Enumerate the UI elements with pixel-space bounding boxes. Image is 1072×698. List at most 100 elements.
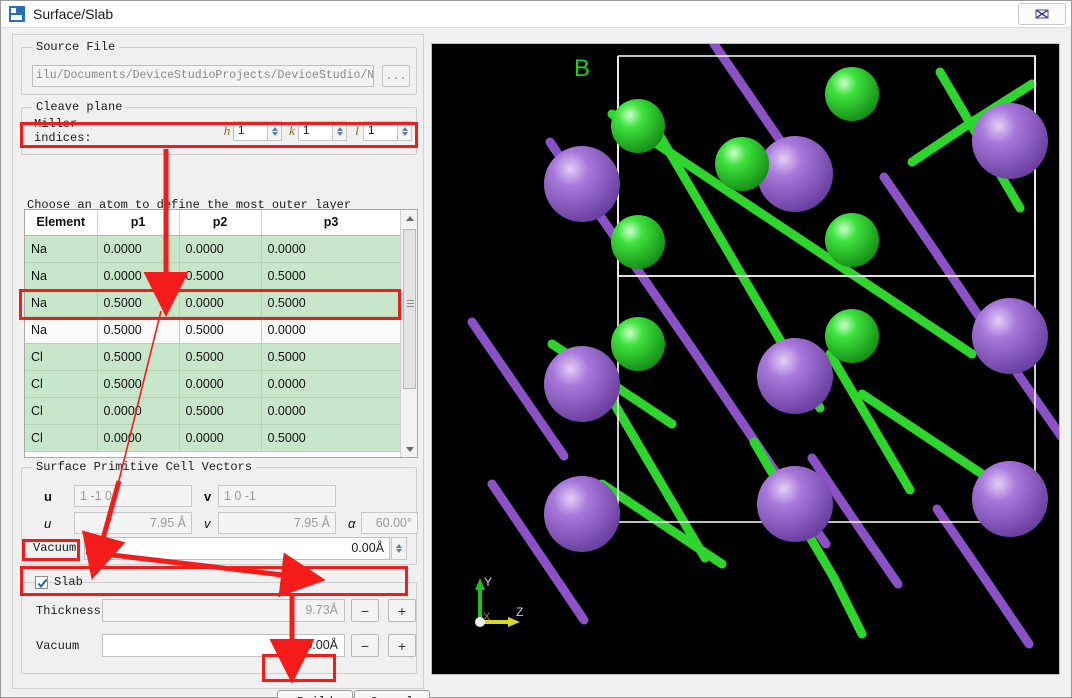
cleave-plane-group: Cleave plane Miller indices: h 1 k 1 l 1 [21, 107, 417, 155]
thickness-input[interactable]: 9.73Å [102, 599, 345, 622]
table-row[interactable]: Cl0.50000.00000.0000 [25, 370, 401, 397]
cell-p1: 0.5000 [97, 316, 179, 343]
cell-vectors-group: Surface Primitive Cell Vectors u 1 -1 0 … [21, 467, 417, 565]
column-header-p3[interactable]: p3 [261, 210, 401, 235]
thickness-increment-button[interactable]: + [388, 599, 416, 622]
column-header-p2[interactable]: p2 [179, 210, 261, 235]
close-icon[interactable] [1018, 3, 1066, 25]
svg-text:Y: Y [484, 575, 492, 589]
cell-p2: 0.5000 [179, 262, 261, 289]
cell-vacuum-label: Vacuum [33, 541, 76, 555]
cell-p1: 0.5000 [97, 289, 179, 316]
atom-table: Element p1 p2 p3 Na0.00000.00000.0000Na0… [25, 210, 402, 452]
column-header-p1[interactable]: p1 [97, 210, 179, 235]
miller-k-group: k 1 [286, 121, 347, 141]
window-titlebar: Surface/Slab [1, 1, 1071, 28]
miller-l-stepper[interactable] [397, 121, 412, 141]
source-file-group: Source File ilu/Documents/DeviceStudioPr… [21, 47, 417, 95]
miller-h-stepper[interactable] [267, 121, 282, 141]
slab-checkbox[interactable] [35, 576, 48, 589]
slab-vacuum-increment-button[interactable]: + [388, 634, 416, 657]
cell-p3: 0.0000 [261, 235, 401, 262]
window-title: Surface/Slab [33, 6, 113, 22]
thickness-decrement-button[interactable]: − [351, 599, 379, 622]
cell-p2: 0.5000 [179, 343, 261, 370]
cell-label-b: B [574, 55, 590, 82]
thickness-label: Thickness [36, 604, 101, 618]
cell-p3: 0.5000 [261, 343, 401, 370]
cell-element: Na [25, 316, 97, 343]
app-logo-icon [9, 6, 25, 22]
miller-h-symbol: h [221, 123, 233, 139]
slab-vacuum-label: Vacuum [36, 639, 79, 653]
miller-l-group: l 1 [351, 121, 412, 141]
build-button[interactable]: Build [277, 690, 353, 698]
table-scrollbar[interactable] [400, 210, 417, 457]
miller-l-input[interactable]: 1 [363, 121, 397, 141]
scroll-down-arrow-icon[interactable] [401, 441, 418, 457]
miller-k-input[interactable]: 1 [298, 121, 332, 141]
column-header-element[interactable]: Element [25, 210, 97, 235]
cell-element: Cl [25, 424, 97, 451]
miller-k-symbol: k [286, 123, 298, 139]
cell-vacuum-stepper[interactable] [391, 537, 407, 560]
table-row[interactable]: Na0.50000.00000.5000 [25, 289, 401, 316]
table-row[interactable]: Cl0.00000.50000.0000 [25, 397, 401, 424]
miller-indices-row: Miller indices: h 1 k 1 l 1 [28, 118, 412, 144]
v-vector-input[interactable]: 1 0 -1 [218, 485, 336, 507]
miller-h-group: h 1 [221, 121, 282, 141]
u-length-label: u [44, 516, 51, 531]
table-row[interactable]: Na0.00000.50000.5000 [25, 262, 401, 289]
source-file-input[interactable]: ilu/Documents/DeviceStudioProjects/Devic… [32, 65, 374, 87]
cell-p3: 0.0000 [261, 370, 401, 397]
cell-element: Cl [25, 370, 97, 397]
v-vector-label: v [204, 489, 211, 504]
cleave-plane-group-title: Cleave plane [32, 100, 126, 114]
structure-viewport[interactable]: B Y Z X [431, 43, 1060, 675]
scrollbar-thumb[interactable] [403, 229, 416, 389]
source-file-group-title: Source File [32, 40, 119, 54]
slab-vacuum-input[interactable]: 0.00Å [102, 634, 345, 657]
cell-element: Na [25, 235, 97, 262]
scrollbar-grip-icon [407, 300, 414, 307]
cell-p2: 0.5000 [179, 316, 261, 343]
table-row[interactable]: Na0.50000.50000.0000 [25, 316, 401, 343]
cell-p3: 0.5000 [261, 262, 401, 289]
slab-group: Thickness 9.73Å − + Vacuum 0.00Å − + [21, 582, 417, 674]
cell-p2: 0.0000 [179, 370, 261, 397]
cell-vacuum-input[interactable]: 0.00Å [84, 537, 390, 560]
v-length-value: 7.95 Å [218, 512, 336, 534]
cancel-button[interactable]: Cancel [354, 690, 430, 698]
scroll-up-arrow-icon[interactable] [401, 210, 418, 226]
atom-table-container: Element p1 p2 p3 Na0.00000.00000.0000Na0… [24, 209, 418, 458]
cell-p1: 0.5000 [97, 343, 179, 370]
surface-slab-dialog: Surface/Slab Source File ilu/Documents/D… [0, 0, 1072, 698]
table-row[interactable]: Na0.00000.00000.0000 [25, 235, 401, 262]
cell-p1: 0.5000 [97, 370, 179, 397]
slab-checkbox-label: Slab [54, 575, 83, 589]
table-row[interactable]: Cl0.00000.00000.5000 [25, 424, 401, 451]
u-vector-input[interactable]: 1 -1 0 [74, 485, 192, 507]
v-length-label: v [204, 516, 211, 531]
axis-indicator: Y Z X [466, 574, 532, 630]
u-vector-label: u [44, 489, 52, 504]
table-row[interactable]: Cl0.50000.50000.5000 [25, 343, 401, 370]
slab-checkbox-row[interactable]: Slab [35, 575, 83, 589]
cell-p3: 0.5000 [261, 289, 401, 316]
cell-p2: 0.0000 [179, 424, 261, 451]
cell-p2: 0.0000 [179, 289, 261, 316]
svg-text:Z: Z [516, 605, 523, 619]
slab-vacuum-decrement-button[interactable]: − [351, 634, 379, 657]
cell-p1: 0.0000 [97, 424, 179, 451]
cell-vectors-group-title: Surface Primitive Cell Vectors [32, 460, 256, 474]
cell-element: Na [25, 262, 97, 289]
miller-k-stepper[interactable] [332, 121, 347, 141]
miller-h-input[interactable]: 1 [233, 121, 267, 141]
table-header-row: Element p1 p2 p3 [25, 210, 401, 235]
cell-p1: 0.0000 [97, 262, 179, 289]
cell-element: Na [25, 289, 97, 316]
cell-element: Cl [25, 343, 97, 370]
browse-button[interactable]: ... [382, 65, 410, 87]
cell-p2: 0.0000 [179, 235, 261, 262]
cell-p2: 0.5000 [179, 397, 261, 424]
